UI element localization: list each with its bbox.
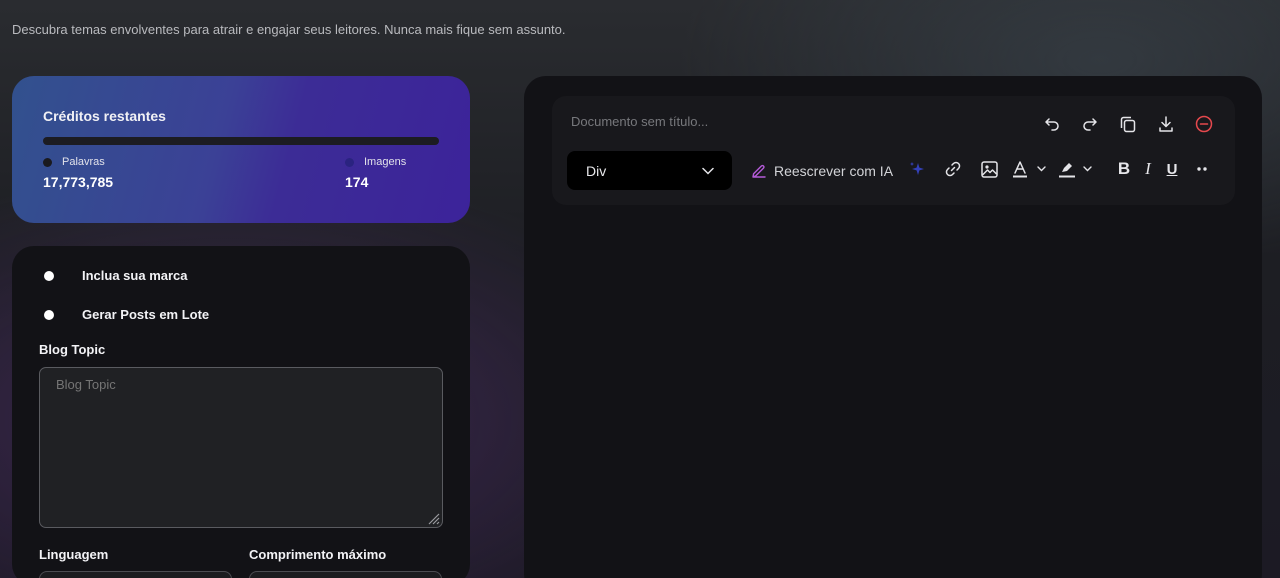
- words-dot: [43, 157, 52, 167]
- redo-icon[interactable]: [1077, 111, 1103, 137]
- credits-progress-bar: [43, 137, 439, 145]
- form-panel: Inclua sua marca Gerar Posts em Lote Blo…: [12, 246, 470, 578]
- editor-content-area[interactable]: [552, 216, 1235, 576]
- images-label: Imagens: [364, 156, 407, 168]
- chevron-down-icon: [702, 167, 714, 175]
- words-value: 17,773,785: [43, 174, 114, 190]
- images-dot: [345, 157, 354, 167]
- images-value: 174: [345, 174, 369, 190]
- images-credit: Imagens 174: [345, 156, 406, 190]
- words-label: Palavras: [62, 156, 105, 168]
- editor-panel: Documento sem título... Div Reescrever c…: [524, 76, 1262, 578]
- document-actions: [1039, 111, 1217, 137]
- batch-posts-label: Gerar Posts em Lote: [82, 307, 210, 322]
- batch-posts-option[interactable]: Gerar Posts em Lote: [44, 307, 209, 322]
- language-select[interactable]: [39, 571, 232, 578]
- format-toolbar: B I U: [904, 156, 1222, 182]
- underline-icon[interactable]: U: [1160, 156, 1184, 182]
- remove-circle-icon[interactable]: [1191, 111, 1217, 137]
- blog-topic-label: Blog Topic: [39, 342, 106, 357]
- rewrite-label: Reescrever com IA: [774, 163, 894, 179]
- copy-icon[interactable]: [1115, 111, 1141, 137]
- include-brand-option[interactable]: Inclua sua marca: [44, 268, 188, 283]
- language-label: Linguagem: [39, 547, 109, 562]
- block-type-value: Div: [586, 162, 607, 179]
- link-icon[interactable]: [940, 156, 966, 182]
- page-subtitle: Descubra temas envolventes para atrair e…: [12, 22, 566, 37]
- download-icon[interactable]: [1153, 111, 1179, 137]
- words-credit: Palavras 17,773,785: [43, 156, 113, 190]
- radio-indicator[interactable]: [44, 270, 54, 281]
- max-length-label: Comprimento máximo: [249, 547, 387, 562]
- block-type-select[interactable]: Div: [567, 151, 732, 190]
- include-brand-label: Inclua sua marca: [82, 268, 188, 283]
- highlight-icon[interactable]: [1058, 156, 1096, 182]
- text-color-icon[interactable]: [1012, 156, 1050, 182]
- credits-card: Créditos restantes Palavras 17,773,785 I…: [12, 76, 470, 223]
- blog-topic-input[interactable]: [39, 367, 443, 528]
- image-icon[interactable]: [976, 156, 1002, 182]
- bold-icon[interactable]: B: [1112, 156, 1136, 182]
- undo-icon[interactable]: [1039, 111, 1065, 137]
- editor-toolbar: Documento sem título... Div Reescrever c…: [552, 96, 1235, 205]
- pencil-icon: [752, 164, 766, 178]
- italic-icon[interactable]: I: [1136, 156, 1160, 182]
- credits-title: Créditos restantes: [43, 108, 166, 124]
- document-title[interactable]: Documento sem título...: [571, 114, 708, 129]
- radio-indicator[interactable]: [44, 309, 54, 320]
- max-length-input[interactable]: [249, 571, 442, 578]
- sparkle-icon[interactable]: [904, 156, 930, 182]
- rewrite-with-ai-button[interactable]: Reescrever com IA: [750, 157, 893, 185]
- more-icon[interactable]: [1192, 156, 1212, 182]
- resize-grip-icon[interactable]: [423, 508, 441, 526]
